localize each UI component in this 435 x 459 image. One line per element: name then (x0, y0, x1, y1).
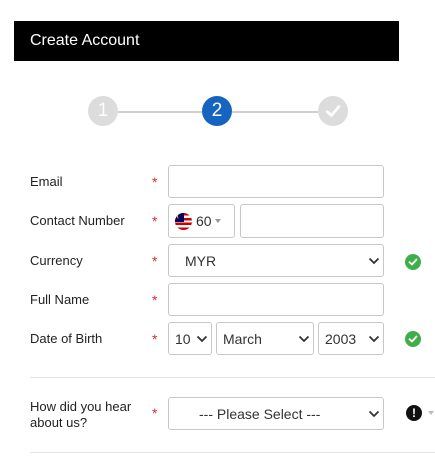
email-required-mark: * (152, 174, 158, 190)
dob-month-value: March (223, 330, 262, 347)
chevron-down-icon (365, 253, 383, 269)
dob-day-value: 10 (175, 330, 191, 347)
referral-select[interactable]: --- Please Select --- (168, 397, 384, 430)
bottom-divider (30, 452, 435, 453)
chevron-down-icon (214, 219, 221, 223)
referral-label-line-1: How did you hear (30, 399, 132, 414)
stepper-line-2 (232, 111, 318, 113)
contact-number-label: Contact Number (30, 213, 125, 228)
dob-valid-icon (405, 331, 421, 347)
contact-required-mark: * (152, 213, 158, 229)
chevron-down-icon (365, 406, 383, 422)
dob-label: Date of Birth (30, 331, 103, 346)
dob-day-select[interactable]: 10 (168, 322, 212, 355)
dob-required-mark: * (152, 331, 158, 347)
chevron-down-icon (295, 331, 313, 347)
dob-year-select[interactable]: 2003 (318, 322, 384, 355)
currency-label: Currency (30, 253, 83, 268)
email-label: Email (30, 174, 63, 189)
step-1: 1 (88, 96, 118, 126)
country-code-select[interactable]: 60 (168, 204, 235, 238)
full-name-required-mark: * (152, 292, 158, 308)
page-title: Create Account (30, 32, 140, 49)
exclamation-icon: ! (406, 405, 422, 421)
step-2: 2 (202, 96, 232, 126)
check-icon (325, 105, 341, 117)
dob-month-select[interactable]: March (216, 322, 314, 355)
step-2-label: 2 (211, 100, 223, 121)
referral-required-mark: * (152, 405, 158, 421)
malaysia-flag-icon (175, 212, 192, 230)
stepper-line-1 (118, 111, 202, 113)
full-name-label: Full Name (30, 292, 90, 307)
step-3 (318, 96, 348, 126)
currency-value: MYR (185, 252, 217, 269)
currency-required-mark: * (152, 253, 158, 269)
referral-label-line-2: about us? (30, 415, 88, 430)
create-account-page: Create Account 1 2 Email * Contact Numbe… (0, 0, 435, 459)
page-header: Create Account (14, 21, 399, 61)
currency-select[interactable]: MYR (168, 244, 384, 277)
phone-number-input[interactable] (240, 204, 384, 238)
chevron-down-icon (193, 331, 211, 347)
referral-value: --- Please Select --- (199, 405, 321, 422)
section-divider (30, 377, 435, 378)
currency-valid-icon (405, 254, 421, 270)
tooltip-pointer-icon (428, 411, 434, 415)
email-input[interactable] (168, 165, 384, 198)
step-1-label: 1 (97, 100, 109, 121)
full-name-input[interactable] (168, 283, 384, 316)
dob-year-value: 2003 (325, 330, 357, 347)
referral-label: How did you hear about us? (30, 399, 131, 431)
country-code-value: 60 (196, 213, 212, 229)
chevron-down-icon (365, 331, 383, 347)
